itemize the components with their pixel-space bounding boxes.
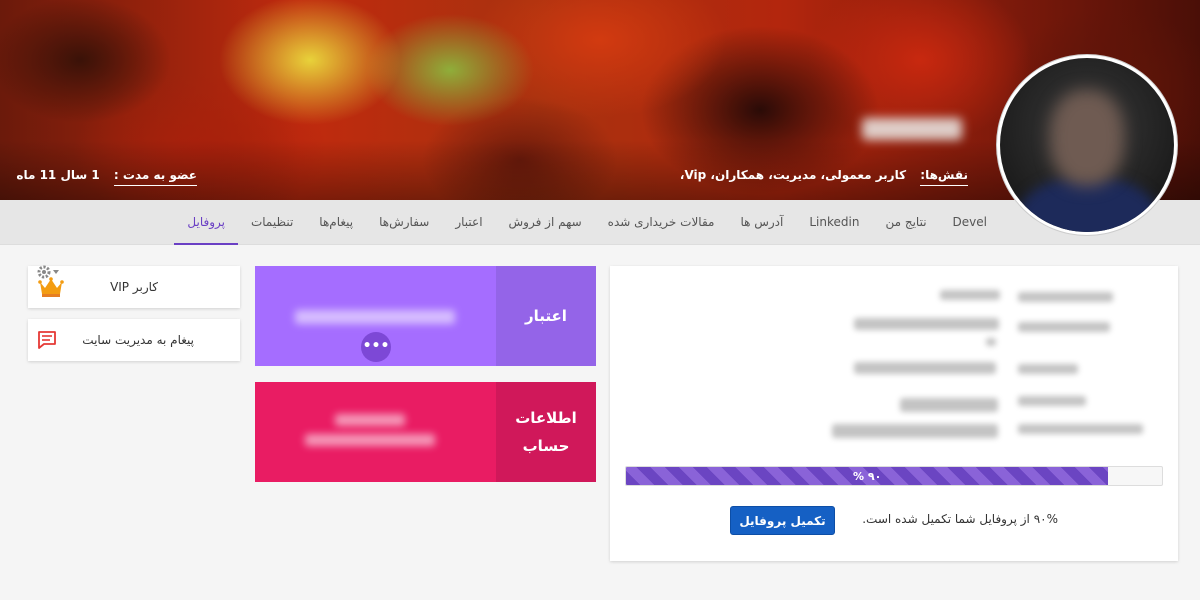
progress-label: ۹۰ % (853, 469, 882, 483)
profile-info-card: ۹۰ % تکمیل پروفایل ۹۰% از پروفایل شما تک… (610, 266, 1178, 561)
tab-my-results[interactable]: نتایج من (872, 200, 939, 245)
tab-sales-share[interactable]: سهم از فروش (496, 200, 595, 245)
info-value-blurred (986, 338, 996, 346)
tab-settings[interactable]: تنظیمات (238, 200, 306, 245)
roles-value: کاربر معمولی، مدیریت، همکاران، Vip، (679, 168, 907, 182)
message-admin-card[interactable]: پیغام به مدیریت سایت (28, 319, 240, 361)
avatar-photo (1000, 58, 1174, 232)
info-label-blurred (1018, 322, 1110, 332)
membership-value: 1 سال 11 ماه (16, 168, 100, 182)
avatar[interactable] (997, 55, 1177, 235)
username-blurred (862, 118, 962, 140)
membership-label: عضو به مدت : (113, 168, 197, 186)
info-value-blurred (854, 318, 999, 330)
tab-devel[interactable]: Devel (940, 200, 1000, 245)
roles-line: نقش‌ها: کاربر معمولی، مدیریت، همکاران، V… (679, 168, 968, 186)
profile-progress-bar: ۹۰ % (625, 466, 1163, 486)
account-info-title-line1: اطلاعات (515, 409, 577, 427)
account-line-blurred (335, 414, 405, 426)
info-value-blurred (940, 290, 1000, 300)
account-info-title-line2: حساب (522, 437, 570, 455)
roles-label: نقش‌ها: (920, 168, 968, 186)
vip-user-label: کاربر VIP (110, 280, 158, 294)
info-label-blurred (1018, 396, 1086, 406)
profile-complete-text: ۹۰% از پروفایل شما تکمیل شده است. (862, 512, 1058, 526)
account-info-title: اطلاعات حساب (496, 382, 596, 482)
info-value-blurred (832, 424, 998, 438)
settings-gear-icon[interactable] (36, 264, 60, 280)
tab-profile[interactable]: پروفایل (174, 200, 238, 245)
tab-messages[interactable]: پیغام‌ها (306, 200, 366, 245)
vip-user-card[interactable]: کاربر VIP (28, 264, 240, 308)
account-line-blurred (305, 434, 435, 446)
info-label-blurred (1018, 292, 1113, 302)
credit-card: اعتبار ••• (255, 266, 596, 366)
credit-value-blurred (295, 310, 455, 324)
tab-orders[interactable]: سفارش‌ها (366, 200, 442, 245)
message-icon (38, 331, 56, 349)
message-admin-label: پیغام به مدیریت سایت (82, 333, 194, 347)
profile-tabs: پروفایل تنظیمات پیغام‌ها سفارش‌ها اعتبار… (174, 200, 1000, 245)
tab-purchased-articles[interactable]: مقالات خریداری شده (595, 200, 728, 245)
account-info-card: اطلاعات حساب (255, 382, 596, 482)
more-dots-icon[interactable]: ••• (361, 332, 391, 362)
info-label-blurred (1018, 364, 1078, 374)
credit-title: اعتبار (496, 266, 596, 366)
info-value-blurred (900, 398, 998, 412)
tab-credit[interactable]: اعتبار (442, 200, 495, 245)
info-value-blurred (854, 362, 996, 374)
tab-addresses[interactable]: آدرس ها (727, 200, 796, 245)
tab-linkedin[interactable]: Linkedin (796, 200, 872, 245)
info-label-blurred (1018, 424, 1143, 434)
avatar-face (1050, 90, 1124, 186)
complete-profile-button[interactable]: تکمیل پروفایل (730, 506, 835, 535)
membership-line: عضو به مدت : 1 سال 11 ماه (16, 168, 197, 186)
